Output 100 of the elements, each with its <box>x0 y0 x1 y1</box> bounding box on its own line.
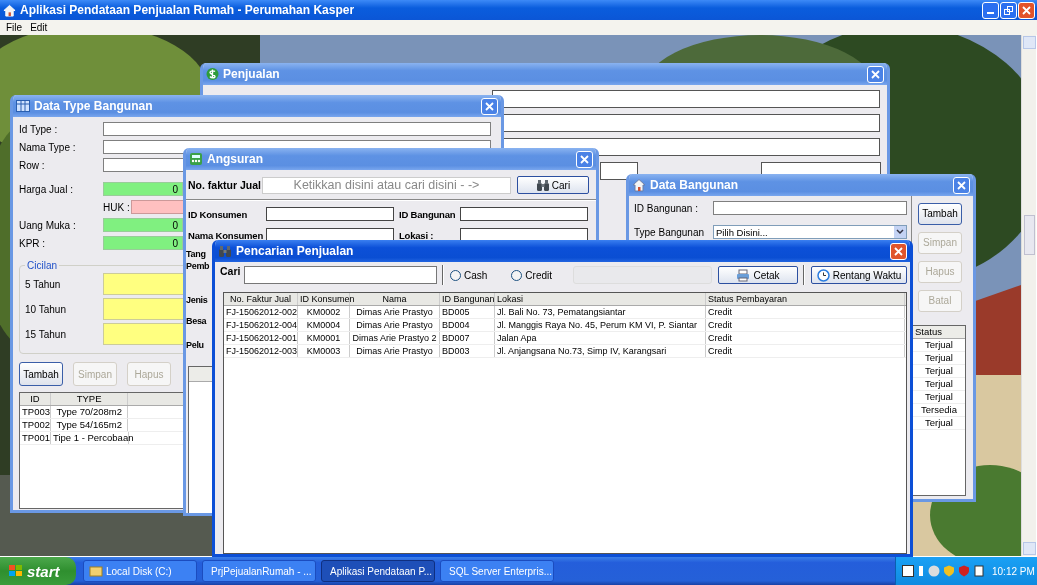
column-header: TYPE <box>50 393 129 405</box>
restore-button[interactable] <box>1000 1 1017 19</box>
table-cell: BD004 <box>440 319 495 331</box>
scrollbar[interactable] <box>1021 35 1036 556</box>
start-button[interactable]: start <box>0 557 76 585</box>
field-label: ID Konsumen <box>188 208 249 220</box>
input-field[interactable] <box>600 162 638 180</box>
column-header: Lokasi <box>495 293 706 305</box>
binoculars-icon <box>535 178 550 192</box>
action-button[interactable]: Tambah <box>19 362 63 386</box>
minimize-icon <box>987 11 994 14</box>
table-cell: KM0001 <box>298 332 350 344</box>
amount-field[interactable]: 0 <box>103 182 183 196</box>
field-label: Id Type : <box>19 123 59 135</box>
table-cell: KM0002 <box>298 306 350 318</box>
close-icon <box>485 101 494 111</box>
table-cell: TP003 <box>20 406 51 418</box>
table-cell: FJ-15062012-003 <box>224 345 298 357</box>
close-icon <box>580 154 589 164</box>
close-icon <box>871 69 880 79</box>
minimize-button[interactable] <box>982 1 999 19</box>
shield-icon <box>943 565 955 577</box>
table-cell: Credit <box>706 319 905 331</box>
close-icon <box>894 246 903 256</box>
field-label: Tang Pemb <box>186 248 210 272</box>
field-label: Nama Type : <box>19 141 77 153</box>
table-cell: BD005 <box>440 306 495 318</box>
table-cell: Dimas Arie Prastyo 2 <box>350 332 440 344</box>
dropdown[interactable]: Pilih Disini... <box>713 225 907 239</box>
close-button[interactable] <box>481 97 498 115</box>
window-title: Pencarian Penjualan <box>236 244 354 258</box>
clock: 10:12 PM <box>992 565 1035 577</box>
print-button[interactable]: Cetak <box>718 266 799 284</box>
window-title: Data Type Bangunan <box>34 99 153 113</box>
field-label: Nama Konsumen <box>188 229 264 241</box>
house-icon <box>3 3 16 17</box>
column-header: Status Pembayaran <box>706 293 905 305</box>
clock-icon <box>816 268 830 282</box>
table-cell: Dimas Arie Prastyo <box>350 306 440 318</box>
radio-button[interactable] <box>511 269 523 281</box>
field-label: Harga Jual : <box>19 183 74 195</box>
table-cell: Jl. Bali No. 73, Pematangsiantar <box>495 306 706 318</box>
field-label: No. faktur Jual <box>188 179 262 191</box>
radio-button[interactable] <box>450 269 461 281</box>
field-label: 5 Tahun <box>25 278 62 290</box>
close-button[interactable] <box>576 150 593 168</box>
close-icon <box>957 180 966 190</box>
input-field[interactable] <box>492 90 880 108</box>
taskbar-item[interactable]: SQL Server Enterpris... <box>440 560 554 582</box>
taskbar-item[interactable]: PrjPejualanRumah - ... <box>202 560 316 582</box>
table-cell: BD003 <box>440 345 495 357</box>
table-cell: Dimas Arie Prastyo <box>350 345 440 357</box>
table-icon <box>16 100 30 112</box>
shield-icon <box>958 565 970 577</box>
table-cell: Jl. Manggis Raya No. 45, Perum KM VI, P. Siantar <box>495 319 706 331</box>
close-button[interactable] <box>890 242 907 260</box>
close-button[interactable] <box>867 65 884 83</box>
radio-option[interactable]: Cash <box>450 269 488 281</box>
dollar-icon <box>206 67 219 81</box>
field-label: Jenis <box>186 294 208 306</box>
amount-field[interactable]: 0 <box>103 236 183 250</box>
table-cell: KM0004 <box>298 319 350 331</box>
taskbar-item[interactable]: Local Disk (C:) <box>83 560 197 582</box>
table-cell: Type 70/208m2 <box>51 406 129 418</box>
field-label: 15 Tahun <box>25 328 67 340</box>
date-range-button[interactable]: Rentang Waktu <box>811 266 908 284</box>
column-header: ID Bangunan <box>440 293 495 305</box>
input-field[interactable] <box>713 201 907 215</box>
field-label: HUK : <box>103 201 131 213</box>
search-label: Cari <box>220 265 242 277</box>
table-cell: Jalan Apa <box>495 332 706 344</box>
column-header: Status <box>913 325 965 339</box>
input-field[interactable] <box>103 122 491 136</box>
table-cell: Type 54/165m2 <box>51 419 129 431</box>
search-button[interactable]: Cari <box>517 176 589 194</box>
search-field[interactable] <box>244 266 437 284</box>
column-header: No. Faktur Jual <box>224 293 298 305</box>
restore-icon <box>1004 5 1013 15</box>
menu-item[interactable]: Edit <box>30 22 48 33</box>
table-cell: FJ-15062012-004 <box>224 319 298 331</box>
taskbar-item[interactable]: Aplikasi Pendataan P... <box>321 560 435 582</box>
input-field[interactable]: Ketikkan disini atau cari disini - -> <box>262 176 511 194</box>
table-cell: Dimas Arie Prastyo <box>350 319 440 331</box>
table-cell: Jl. Anjangsana No.73, Simp IV, Karangsari <box>495 345 706 357</box>
window-title: Aplikasi Pendataan Penjualan Rumah - Perumahan Kasper <box>20 3 355 17</box>
input-field[interactable] <box>266 207 394 221</box>
house-icon <box>632 178 646 192</box>
folder-icon <box>89 564 103 578</box>
field-label: KPR : <box>19 237 47 249</box>
table-cell: FJ-15062012-001 <box>224 332 298 344</box>
close-button[interactable] <box>1018 1 1035 19</box>
table-cell: FJ-15062012-002 <box>224 306 298 318</box>
table-cell: TP002 <box>20 419 51 431</box>
window-title: Data Bangunan <box>650 178 738 192</box>
input-field[interactable] <box>460 207 588 221</box>
amount-field[interactable]: 0 <box>103 218 183 232</box>
close-button[interactable] <box>953 176 970 194</box>
radio-option[interactable]: Credit <box>511 269 553 281</box>
menu-item[interactable]: File <box>6 22 23 33</box>
action-button[interactable]: Tambah <box>918 203 962 225</box>
